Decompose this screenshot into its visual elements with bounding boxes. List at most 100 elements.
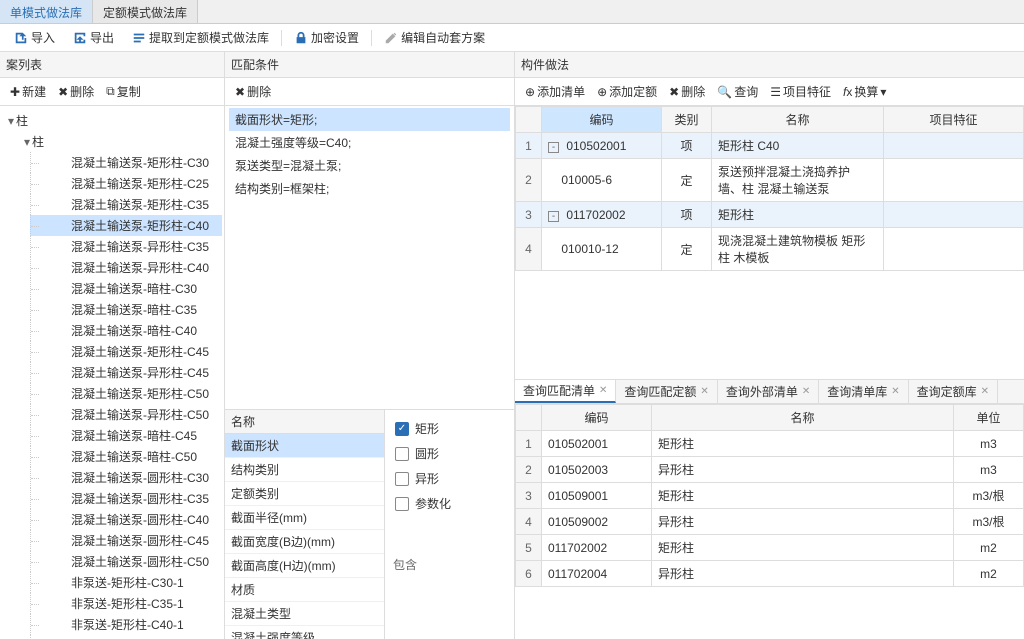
cell-code[interactable]: 010005-6 — [542, 159, 662, 202]
query-tab[interactable]: 查询定额库✕ — [909, 380, 998, 403]
cell-code[interactable]: 010010-12 — [542, 228, 662, 271]
tree-item[interactable]: 混凝土输送泵-矩形柱-C40 — [30, 215, 222, 236]
tree-item[interactable]: 非泵送-矩形柱-C40-1 — [30, 614, 222, 635]
attribute-row[interactable]: 定额类别 — [225, 482, 384, 506]
cell-name[interactable]: 矩形柱 — [652, 431, 954, 457]
cell-unit[interactable]: m2 — [954, 561, 1024, 587]
tree-item[interactable]: 混凝土输送泵-暗柱-C50 — [30, 446, 222, 467]
cell-type[interactable]: 项 — [662, 133, 712, 159]
feature-button[interactable]: ☰项目特征 — [766, 81, 835, 102]
cell-code[interactable]: - 010502001 — [542, 133, 662, 159]
attribute-row[interactable]: 截面形状 — [225, 434, 384, 458]
col-unit[interactable]: 单位 — [954, 405, 1024, 431]
cell-name[interactable]: 矩形柱 — [652, 483, 954, 509]
cell-code[interactable]: - 011702002 — [542, 202, 662, 228]
condition-row[interactable]: 泵送类型=混凝土泵; — [229, 154, 510, 177]
cell-unit[interactable]: m3/根 — [954, 509, 1024, 535]
attribute-row[interactable]: 混凝土强度等级 — [225, 626, 384, 639]
cell-unit[interactable]: m3 — [954, 457, 1024, 483]
tree-item[interactable]: 非泵送-矩形柱-C45-1 — [30, 635, 222, 639]
export-button[interactable]: 导出 — [67, 27, 120, 48]
tree-item[interactable]: 混凝土输送泵-矩形柱-C25 — [30, 173, 222, 194]
col-code[interactable]: 编码 — [542, 107, 662, 133]
cell-name[interactable]: 异形柱 — [652, 561, 954, 587]
cell-name[interactable]: 泵送预拌混凝土浇捣养护 墙、柱 混凝土输送泵 — [712, 159, 884, 202]
table-row[interactable]: 5011702002矩形柱m2 — [516, 535, 1024, 561]
close-icon[interactable]: ✕ — [891, 386, 899, 397]
delete-practice-button[interactable]: ✖删除 — [665, 81, 709, 102]
cell-name[interactable]: 异形柱 — [652, 457, 954, 483]
table-row[interactable]: 4010509002异形柱m3/根 — [516, 509, 1024, 535]
query-tab[interactable]: 查询外部清单✕ — [718, 380, 819, 403]
cell-name[interactable]: 矩形柱 — [652, 535, 954, 561]
attribute-row[interactable]: 结构类别 — [225, 458, 384, 482]
query-tab[interactable]: 查询清单库✕ — [819, 380, 908, 403]
query-grid[interactable]: 编码 名称 单位 1010502001矩形柱m32010502003异形柱m33… — [515, 404, 1024, 587]
cell-type[interactable]: 项 — [662, 202, 712, 228]
shape-option[interactable]: 参数化 — [393, 491, 506, 516]
condition-row[interactable]: 混凝土强度等级=C40; — [229, 131, 510, 154]
tree-item[interactable]: 混凝土输送泵-异形柱-C40 — [30, 257, 222, 278]
condition-row[interactable]: 结构类别=框架柱; — [229, 177, 510, 200]
tree-group[interactable]: ▾柱 — [2, 131, 222, 152]
cell-unit[interactable]: m3 — [954, 431, 1024, 457]
expand-icon[interactable]: - — [548, 142, 559, 153]
case-tree[interactable]: ▾柱 ▾柱 混凝土输送泵-矩形柱-C30混凝土输送泵-矩形柱-C25混凝土输送泵… — [0, 106, 224, 639]
tab-quota-mode[interactable]: 定额模式做法库 — [93, 0, 198, 23]
tree-item[interactable]: 混凝土输送泵-矩形柱-C45 — [30, 341, 222, 362]
close-icon[interactable]: ✕ — [700, 386, 708, 397]
attribute-row[interactable]: 截面高度(H边)(mm) — [225, 554, 384, 578]
tree-item[interactable]: 混凝土输送泵-矩形柱-C50 — [30, 383, 222, 404]
close-icon[interactable]: ✕ — [599, 385, 607, 396]
tree-item[interactable]: 混凝土输送泵-暗柱-C35 — [30, 299, 222, 320]
col-name[interactable]: 名称 — [652, 405, 954, 431]
edit-auto-button[interactable]: 编辑自动套方案 — [378, 27, 491, 48]
cell-name[interactable]: 矩形柱 C40 — [712, 133, 884, 159]
attribute-row[interactable]: 材质 — [225, 578, 384, 602]
collapse-icon[interactable]: ▾ — [22, 135, 32, 149]
tab-simple-mode[interactable]: 单模式做法库 — [0, 0, 93, 23]
checkbox-icon[interactable] — [395, 497, 409, 511]
tree-item[interactable]: 混凝土输送泵-异形柱-C35 — [30, 236, 222, 257]
table-row[interactable]: 1010502001矩形柱m3 — [516, 431, 1024, 457]
tree-item[interactable]: 混凝土输送泵-矩形柱-C30 — [30, 152, 222, 173]
delete-cond-button[interactable]: ✖删除 — [231, 81, 275, 102]
cell-unit[interactable]: m3/根 — [954, 483, 1024, 509]
cell-name[interactable]: 异形柱 — [652, 509, 954, 535]
delete-button[interactable]: ✖删除 — [54, 81, 98, 102]
col-name[interactable]: 名称 — [712, 107, 884, 133]
tree-item[interactable]: 混凝土输送泵-矩形柱-C35 — [30, 194, 222, 215]
import-button[interactable]: 导入 — [8, 27, 61, 48]
condition-row[interactable]: 截面形状=矩形; — [229, 108, 510, 131]
tree-root[interactable]: ▾柱 — [2, 110, 222, 131]
tree-item[interactable]: 混凝土输送泵-异形柱-C50 — [30, 404, 222, 425]
cell-unit[interactable]: m2 — [954, 535, 1024, 561]
practice-grid[interactable]: 编码 类别 名称 项目特征 1- 010502001项矩形柱 C402 0100… — [515, 106, 1024, 271]
tree-item[interactable]: 混凝土输送泵-圆形柱-C35 — [30, 488, 222, 509]
cell-name[interactable]: 矩形柱 — [712, 202, 884, 228]
tree-item[interactable]: 混凝土输送泵-圆形柱-C50 — [30, 551, 222, 572]
query-tab[interactable]: 查询匹配清单✕ — [515, 380, 616, 403]
cell-feature[interactable] — [884, 159, 1024, 202]
tree-item[interactable]: 非泵送-矩形柱-C30-1 — [30, 572, 222, 593]
tree-item[interactable]: 混凝土输送泵-圆形柱-C45 — [30, 530, 222, 551]
close-icon[interactable]: ✕ — [981, 386, 989, 397]
copy-button[interactable]: ⧉复制 — [102, 81, 145, 102]
table-row[interactable]: 3010509001矩形柱m3/根 — [516, 483, 1024, 509]
cell-feature[interactable] — [884, 202, 1024, 228]
cell-code[interactable]: 011702002 — [542, 535, 652, 561]
cell-code[interactable]: 011702004 — [542, 561, 652, 587]
new-button[interactable]: ✚新建 — [6, 81, 50, 102]
table-row[interactable]: 1- 010502001项矩形柱 C40 — [516, 133, 1024, 159]
convert-button[interactable]: fx换算▾ — [839, 81, 890, 102]
shape-option[interactable]: 圆形 — [393, 441, 506, 466]
add-list-button[interactable]: ⊕添加清单 — [521, 81, 589, 102]
col-type[interactable]: 类别 — [662, 107, 712, 133]
table-row[interactable]: 3- 011702002项矩形柱 — [516, 202, 1024, 228]
expand-icon[interactable]: - — [548, 211, 559, 222]
cell-code[interactable]: 010509001 — [542, 483, 652, 509]
cell-name[interactable]: 现浇混凝土建筑物模板 矩形柱 木模板 — [712, 228, 884, 271]
tree-item[interactable]: 混凝土输送泵-圆形柱-C40 — [30, 509, 222, 530]
attribute-row[interactable]: 截面宽度(B边)(mm) — [225, 530, 384, 554]
shape-option[interactable]: 异形 — [393, 466, 506, 491]
